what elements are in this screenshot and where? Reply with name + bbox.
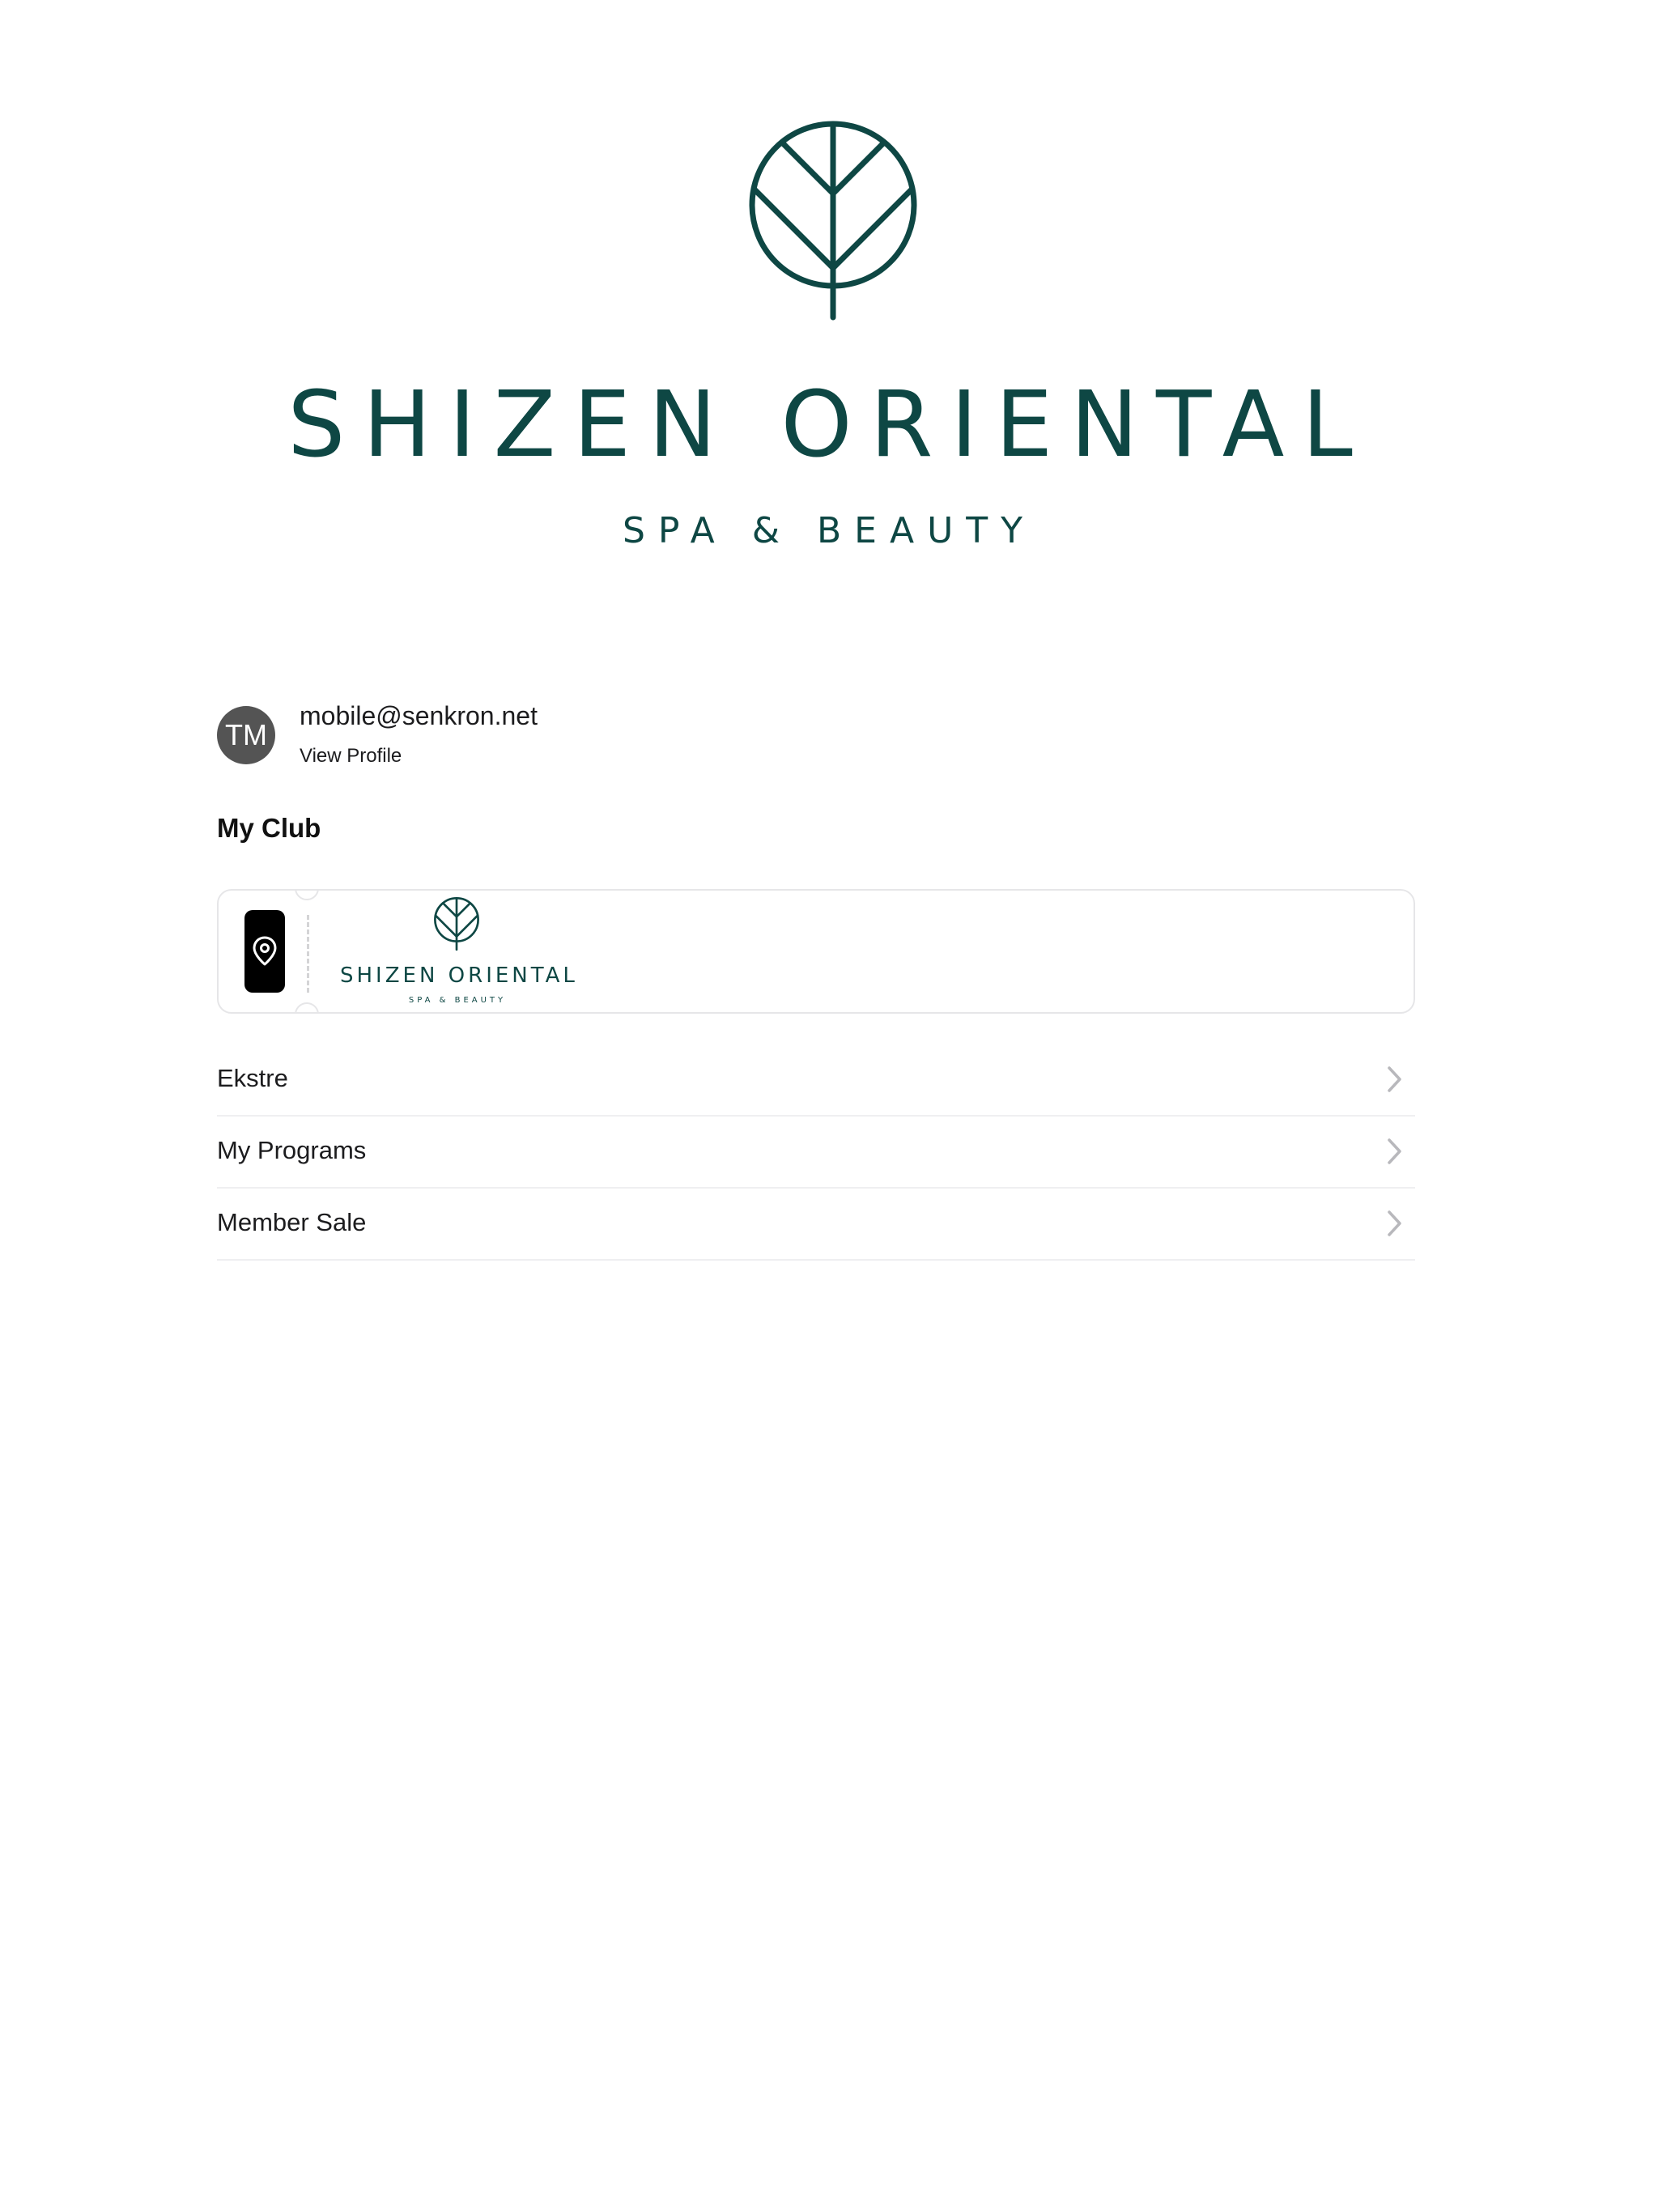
chevron-right-icon <box>1388 1138 1401 1164</box>
view-profile-link[interactable]: View Profile <box>300 745 402 768</box>
menu-item-my-programs[interactable]: My Programs <box>217 1117 1415 1189</box>
my-club-title: My Club <box>217 813 321 843</box>
location-pin-icon <box>253 936 277 966</box>
location-button[interactable] <box>244 910 285 993</box>
club-card[interactable]: SHIZEN ORIENTAL SPA & BEAUTY <box>217 889 1415 1014</box>
leaf-circle-logo-icon <box>434 897 479 951</box>
chevron-right-icon <box>1388 1210 1401 1236</box>
brand-name: SHIZEN ORIENTAL <box>287 372 1371 478</box>
menu-list: Ekstre My Programs Member Sale <box>217 1044 1415 1261</box>
brand-header: SHIZEN ORIENTAL SPA & BEAUTY <box>0 0 1658 583</box>
menu-item-label: Ekstre <box>217 1064 288 1092</box>
menu-item-label: My Programs <box>217 1136 367 1164</box>
club-logo-tagline: SPA & BEAUTY <box>408 996 507 1005</box>
ticket-notch-top <box>295 891 319 900</box>
profile-row[interactable]: TM mobile@senkron.net View Profile <box>217 698 1415 779</box>
club-logo-name: SHIZEN ORIENTAL <box>340 963 578 988</box>
menu-item-member-sale[interactable]: Member Sale <box>217 1189 1415 1261</box>
menu-item-label: Member Sale <box>217 1208 367 1236</box>
chevron-right-icon <box>1388 1066 1401 1092</box>
leaf-circle-logo-icon <box>749 121 917 321</box>
ticket-notch-bottom <box>295 1002 319 1012</box>
club-logo: SHIZEN ORIENTAL SPA & BEAUTY <box>340 897 575 1010</box>
brand-tagline: SPA & BEAUTY <box>622 510 1036 551</box>
menu-item-ekstre[interactable]: Ekstre <box>217 1044 1415 1117</box>
avatar[interactable]: TM <box>217 706 275 764</box>
profile-email: mobile@senkron.net <box>300 701 538 730</box>
ticket-perforation <box>307 915 309 993</box>
